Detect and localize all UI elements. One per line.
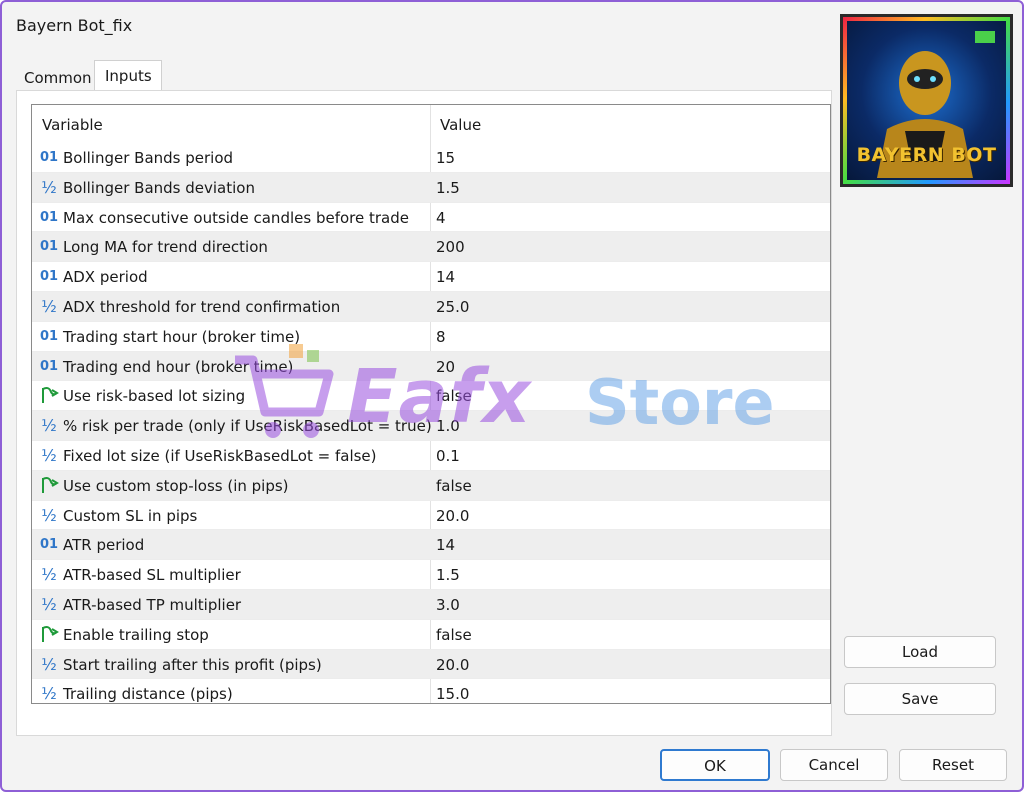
variable-value[interactable]: 14 [436,536,455,554]
table-row[interactable]: 01 ADX period 14 [32,262,830,292]
column-header-variable[interactable]: Variable [42,116,103,134]
ok-button[interactable]: OK [660,749,770,781]
table-row[interactable]: ½ ADX threshold for trend confirmation 25.… [32,291,830,322]
variable-name: Trading end hour (broker time) [63,357,294,376]
variable-name: Use risk-based lot sizing [63,387,246,406]
dialog-window: Bayern Bot_fix Common Inputs Variable Va… [0,0,1024,792]
table-row[interactable]: ½ Custom SL in pips 20.0 [32,501,830,531]
double-type-icon: ½ [41,177,57,197]
int-type-icon: 01 [39,150,59,165]
inputs-panel: Variable Value 01 Bollinger Bands period 1… [16,90,832,736]
int-type-icon: 01 [39,269,59,285]
inputs-grid: Variable Value 01 Bollinger Bands period 1… [31,104,831,704]
variable-value[interactable]: 0.1 [436,447,460,465]
variable-value[interactable]: 15.0 [436,685,469,703]
variable-value[interactable]: 1.5 [436,566,460,584]
tab-inputs[interactable]: Inputs [94,60,162,91]
bool-flag-icon [38,625,60,645]
double-type-icon: ½ [41,594,57,614]
table-row[interactable]: ½ ATR-based SL multiplier 1.5 [32,560,830,590]
variable-value[interactable]: 14 [436,268,455,286]
variable-name: Custom SL in pips [63,506,198,525]
variable-value[interactable]: false [436,387,472,405]
table-row[interactable]: ½ ATR-based TP multiplier 3.0 [32,589,830,620]
double-type-icon: ½ [41,445,57,465]
variable-value[interactable]: 200 [436,238,465,256]
variable-name: Trailing distance (pips) [63,685,233,704]
variable-name: Use custom stop-loss (in pips) [63,476,289,495]
grid-header: Variable Value [32,105,830,143]
variable-value[interactable]: 1.5 [436,179,460,197]
double-type-icon: ½ [41,684,57,704]
table-row[interactable]: Use risk-based lot sizing false [32,381,830,412]
variable-name: ATR-based SL multiplier [63,566,241,585]
int-type-icon: 01 [39,537,59,553]
table-row[interactable]: ½ Start trailing after this profit (pips)… [32,649,830,680]
logo-caption: BAYERN BOT [856,144,997,166]
bool-flag-icon [38,476,60,496]
variable-value[interactable]: 3.0 [436,596,460,614]
table-row[interactable]: 01 Max consecutive outside candles before… [32,203,830,233]
window-title: Bayern Bot_fix [16,16,133,35]
variable-value[interactable]: false [436,477,472,495]
column-header-value[interactable]: Value [440,116,481,134]
variable-name: Bollinger Bands period [63,149,234,167]
table-row[interactable]: Use custom stop-loss (in pips) false [32,470,830,501]
table-row[interactable]: 01 ATR period 14 [32,530,830,561]
int-type-icon: 01 [39,358,59,374]
reset-button[interactable]: Reset [899,749,1007,781]
save-button[interactable]: Save [844,683,996,715]
variable-name: Bollinger Bands deviation [63,178,255,197]
int-type-icon: 01 [39,239,59,255]
table-row[interactable]: 01 Trading end hour (broker time) 20 [32,351,830,382]
table-row[interactable]: 01 Long MA for trend direction 200 [32,232,830,263]
table-row[interactable]: Enable trailing stop false [32,620,830,650]
bool-flag-icon [38,386,60,406]
logo-image: BAYERN BOT [847,21,1006,180]
variable-name: Trading start hour (broker time) [63,327,301,346]
variable-value[interactable]: false [436,626,472,644]
double-type-icon: ½ [41,296,57,316]
variable-name: Long MA for trend direction [63,238,268,257]
variable-name: ATR period [63,536,145,555]
variable-name: Start trailing after this profit (pips) [63,655,322,674]
double-type-icon: ½ [41,416,57,436]
double-type-icon: ½ [41,565,57,585]
int-type-icon: 01 [39,209,59,225]
variable-name: Enable trailing stop [63,625,209,644]
variable-name: Fixed lot size (if UseRiskBasedLot = fal… [63,446,377,465]
variable-value[interactable]: 20.0 [436,656,469,674]
table-row[interactable]: ½ Trailing distance (pips) 15.0 [32,679,830,704]
variable-value[interactable]: 25.0 [436,298,469,316]
int-type-icon: 01 [39,328,59,344]
variable-name: % risk per trade (only if UseRiskBasedLo… [63,417,432,436]
table-row[interactable]: 01 Trading start hour (broker time) 8 [32,322,830,352]
variable-value[interactable]: 1.0 [436,417,460,435]
variable-value[interactable]: 20.0 [436,507,469,525]
variable-value[interactable]: 20 [436,358,455,376]
table-row[interactable]: 01 Bollinger Bands period 15 [32,143,830,173]
variable-value[interactable]: 15 [436,149,455,167]
double-type-icon: ½ [41,505,57,525]
variable-name: Max consecutive outside candles before t… [63,208,409,227]
variable-value[interactable]: 8 [436,328,446,346]
variable-name: ADX threshold for trend confirmation [63,297,341,316]
grid-rows: 01 Bollinger Bands period 15 ½ Bollinger Ban… [32,143,830,704]
table-row[interactable]: ½ Fixed lot size (if UseRiskBasedLot = fa… [32,441,830,471]
table-row[interactable]: ½ % risk per trade (only if UseRiskBasedL… [32,411,830,441]
variable-name: ADX period [63,268,148,287]
variable-value[interactable]: 4 [436,209,446,227]
double-type-icon: ½ [41,654,57,674]
variable-name: ATR-based TP multiplier [63,595,242,614]
tab-common[interactable]: Common [14,63,96,93]
bot-logo: BAYERN BOT [840,14,1013,187]
table-row[interactable]: ½ Bollinger Bands deviation 1.5 [32,172,830,203]
load-button[interactable]: Load [844,636,996,668]
cancel-button[interactable]: Cancel [780,749,888,781]
